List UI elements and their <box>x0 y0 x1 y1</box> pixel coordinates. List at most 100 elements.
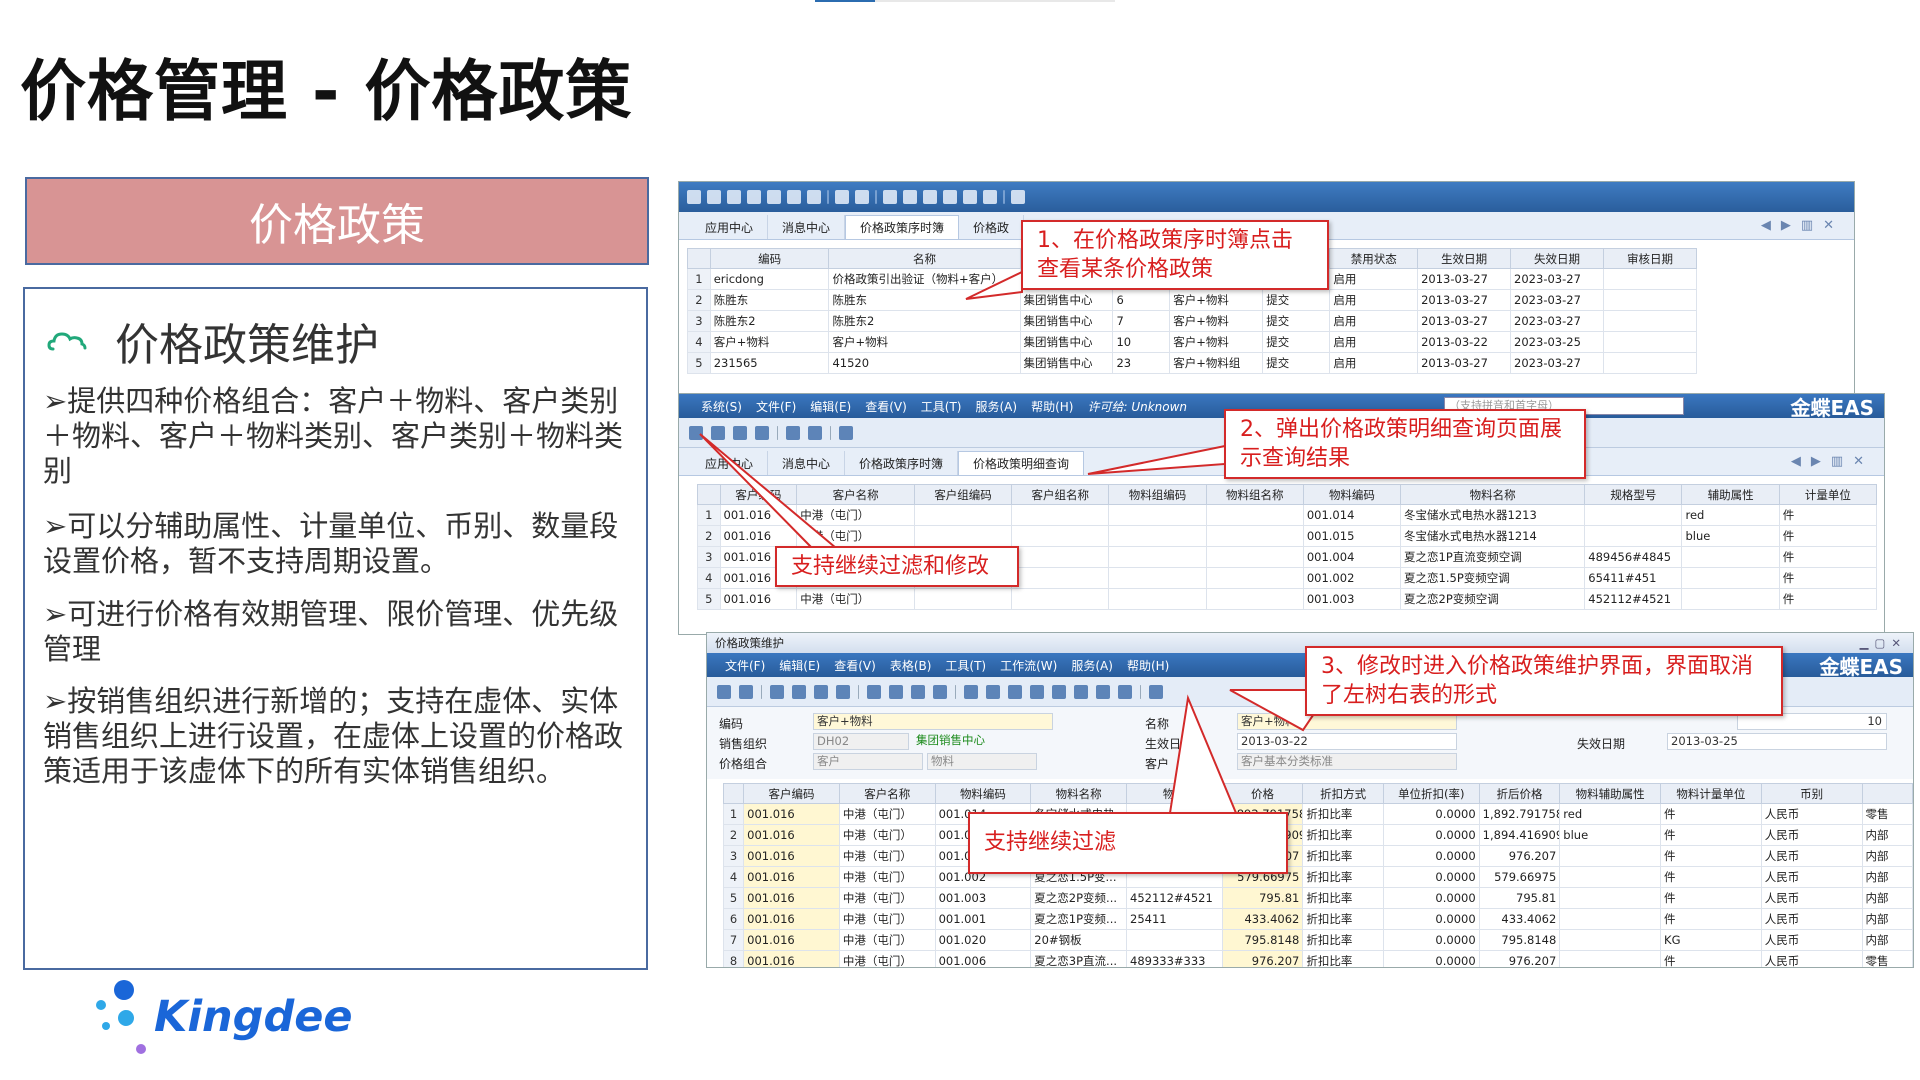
table-cell[interactable]: 001.004 <box>1302 546 1402 568</box>
col-header[interactable]: 计量单位 <box>1778 484 1878 505</box>
table-cell[interactable]: 433.4062 <box>1478 908 1561 930</box>
table-row[interactable]: 7 001.016 中港（屯门） 001.020 20#钢板 795.8148 折扣比率 0.… <box>722 929 1913 951</box>
table-cell[interactable]: 23 <box>1112 352 1171 374</box>
table-cell[interactable]: 提交 <box>1262 310 1331 332</box>
table-cell[interactable]: 6 <box>1112 289 1171 311</box>
col-header[interactable]: 客户组名称 <box>1011 484 1110 505</box>
col-header[interactable] <box>1861 783 1913 804</box>
print-icon[interactable] <box>835 190 849 204</box>
table-cell[interactable]: 价格政策引出验证（物料+客户） <box>828 268 1021 290</box>
table-cell[interactable] <box>1559 908 1662 930</box>
table-cell[interactable]: 人民币 <box>1760 887 1863 909</box>
menu-edit[interactable]: 编辑(E) <box>810 398 851 415</box>
table-cell[interactable]: 提交 <box>1262 352 1331 374</box>
menu-tools[interactable]: 工具(T) <box>921 398 962 415</box>
col-header[interactable]: 失效日期 <box>1510 248 1604 269</box>
edit-icon[interactable] <box>739 684 753 699</box>
table-cell[interactable]: 2023-03-27 <box>1510 310 1604 332</box>
table-cell[interactable] <box>1559 950 1662 967</box>
tab-app-center[interactable]: 应用中心 <box>691 451 769 475</box>
table-cell[interactable] <box>1681 546 1780 568</box>
table-cell[interactable]: red <box>1681 504 1780 526</box>
first-icon[interactable] <box>867 684 881 699</box>
table-cell[interactable]: 陈胜东2 <box>709 310 830 332</box>
table-cell[interactable]: 冬宝储水式电热水器1214 <box>1400 525 1586 547</box>
table-cell[interactable]: 001.016 <box>719 525 798 547</box>
table-cell[interactable]: 795.8148 <box>1478 929 1561 951</box>
table-cell[interactable]: 折扣比率 <box>1302 803 1384 825</box>
table-row[interactable]: 5 001.016 中港（屯门） 001.003 夏之恋2P变频空调 452112#452… <box>697 588 1878 610</box>
table-cell[interactable]: 中港（屯门） <box>838 887 936 909</box>
table-cell[interactable]: 976.207 <box>1478 950 1561 967</box>
table-cell[interactable] <box>913 588 1013 610</box>
tree-icon[interactable] <box>963 190 977 204</box>
menu-table[interactable]: 表格(B) <box>890 657 932 674</box>
save-icon[interactable] <box>707 190 721 204</box>
table-cell[interactable] <box>1108 567 1207 589</box>
table-cell[interactable]: 0.0000 <box>1382 803 1480 825</box>
table-cell[interactable]: 0.0000 <box>1382 929 1480 951</box>
insert-row-icon[interactable] <box>964 684 978 699</box>
table-cell[interactable]: 0.0000 <box>1382 845 1480 867</box>
table-cell[interactable]: 启用 <box>1329 352 1419 374</box>
table-cell[interactable]: 001.006 <box>934 950 1032 967</box>
table-cell[interactable]: 集团销售中心 <box>1019 310 1114 332</box>
table-cell[interactable] <box>1011 588 1110 610</box>
table-cell[interactable]: 2013-03-22 <box>1417 331 1512 353</box>
table-cell[interactable] <box>1205 504 1304 526</box>
table-cell[interactable] <box>1584 504 1683 526</box>
table-row[interactable]: 2 001.016 中港（屯门） 001.015 冬宝储水式电热水器1214 blue 件 <box>697 525 1878 547</box>
table-cell[interactable] <box>1584 525 1683 547</box>
table-row[interactable]: 3 陈胜东2 陈胜东2 集团销售中心 7 客户+物料 提交 启用 2013-03-27 2023-… <box>687 310 1698 332</box>
last-icon[interactable] <box>933 684 947 699</box>
col-header[interactable]: 折后价格 <box>1478 783 1561 804</box>
table-cell[interactable]: 中港（屯门） <box>838 845 936 867</box>
code-field[interactable]: 客户+物料 <box>813 713 1053 730</box>
table-cell[interactable]: red <box>1559 803 1662 825</box>
table-cell[interactable]: 件 <box>1660 950 1762 967</box>
col-header[interactable]: 物料计量单位 <box>1660 783 1762 804</box>
col-header[interactable]: 辅助属性 <box>1681 484 1780 505</box>
table-cell[interactable]: 795.8148 <box>1221 929 1304 951</box>
menu-system[interactable]: 系统(S) <box>701 398 742 415</box>
table-cell[interactable]: 2013-03-27 <box>1417 268 1512 290</box>
table-cell[interactable]: 2013-03-27 <box>1417 352 1512 374</box>
table-cell[interactable]: 20#钢板 <box>1030 929 1128 951</box>
table-cell[interactable]: 内部 <box>1861 824 1913 846</box>
next-icon[interactable] <box>911 684 925 699</box>
table-cell[interactable]: 提交 <box>1262 331 1331 353</box>
new-icon[interactable] <box>687 190 701 204</box>
table-cell[interactable] <box>1602 268 1698 290</box>
table-cell[interactable]: 内部 <box>1861 929 1913 951</box>
table-cell[interactable]: 件 <box>1660 824 1762 846</box>
table-cell[interactable]: 折扣比率 <box>1302 866 1384 888</box>
table-cell[interactable]: 001.016 <box>743 950 840 967</box>
table-cell[interactable] <box>1108 504 1207 526</box>
table-cell[interactable]: 夏之恋1P变频... <box>1030 908 1128 930</box>
edit-icon[interactable] <box>689 425 703 440</box>
audit-icon[interactable] <box>1030 684 1044 699</box>
menu-service[interactable]: 服务(A) <box>1071 657 1113 674</box>
submit-icon[interactable] <box>792 684 806 699</box>
table-cell[interactable]: 人民币 <box>1760 929 1863 951</box>
refresh-icon[interactable] <box>711 425 725 440</box>
col-header[interactable]: 币别 <box>1760 783 1863 804</box>
table-cell[interactable]: 489456#4845 <box>1584 546 1683 568</box>
col-header[interactable]: 价格 <box>1221 783 1304 804</box>
table-cell[interactable]: 件 <box>1778 588 1878 610</box>
save-icon[interactable] <box>770 684 784 699</box>
filter-icon[interactable] <box>787 190 801 204</box>
table-cell[interactable]: 2023-03-27 <box>1510 352 1604 374</box>
table-cell[interactable]: 001.014 <box>1302 504 1402 526</box>
table-cell[interactable]: 折扣比率 <box>1302 845 1384 867</box>
table-cell[interactable]: 件 <box>1660 803 1762 825</box>
table-cell[interactable]: 提交 <box>1262 289 1331 311</box>
combo-b-select[interactable]: 物料 <box>927 753 1037 770</box>
copy-icon[interactable] <box>983 190 997 204</box>
table-cell[interactable]: 001.016 <box>743 929 840 951</box>
tree-icon[interactable] <box>1052 684 1066 699</box>
table-cell[interactable]: 件 <box>1660 887 1762 909</box>
table-cell[interactable]: 1,894.416909 <box>1478 824 1561 846</box>
col-header[interactable]: 物料组编码 <box>1108 484 1207 505</box>
table-cell[interactable]: 集团销售中心 <box>1019 289 1114 311</box>
